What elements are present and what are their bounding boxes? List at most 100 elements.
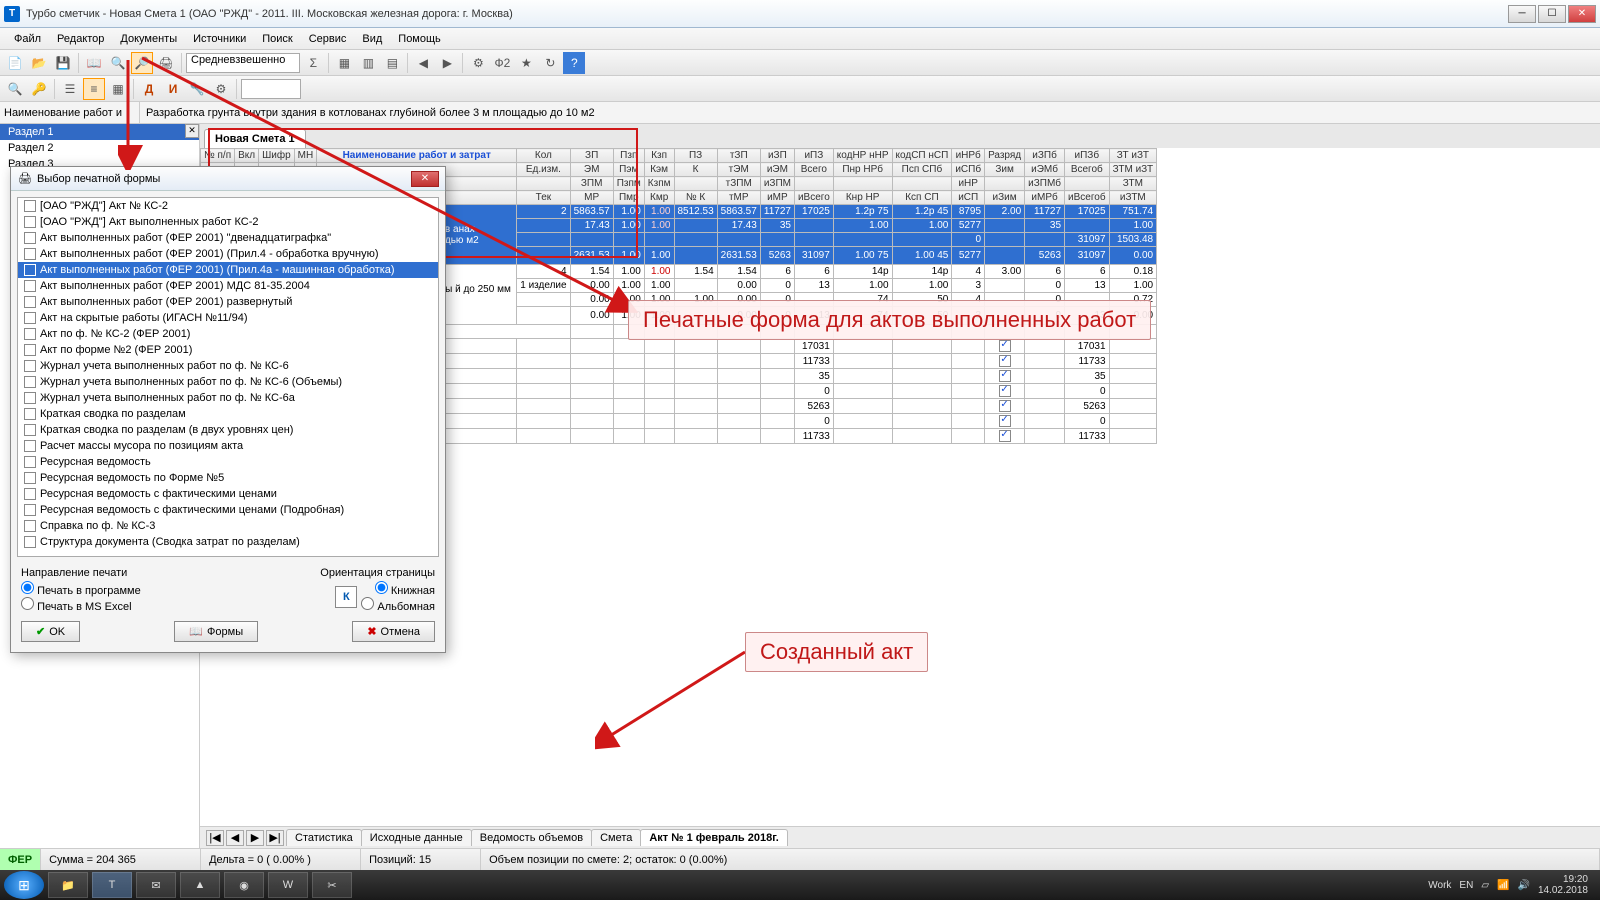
start-button[interactable]: ⊞: [4, 871, 44, 899]
dialog-list-item[interactable]: Ресурсная ведомость с фактическими ценам…: [18, 486, 438, 502]
print-in-program-radio[interactable]: Печать в программе: [21, 581, 141, 597]
tab-nav-first[interactable]: |◀: [206, 830, 224, 846]
dialog-list-item[interactable]: Акт по форме №2 (ФЕР 2001): [18, 342, 438, 358]
tab-nav-last[interactable]: ▶|: [266, 830, 284, 846]
task-app[interactable]: T: [92, 872, 132, 898]
checkbox-icon: [24, 264, 36, 276]
dialog-list-item[interactable]: Расчет массы мусора по позициям акта: [18, 438, 438, 454]
task-thunderbird[interactable]: ✉: [136, 872, 176, 898]
save-icon[interactable]: 💾: [52, 52, 74, 74]
task-snip[interactable]: ✂: [312, 872, 352, 898]
tray-net-icon[interactable]: 📶: [1497, 880, 1509, 891]
dialog-list-item[interactable]: Краткая сводка по разделам (в двух уровн…: [18, 422, 438, 438]
maximize-button[interactable]: ☐: [1538, 5, 1566, 23]
annotation-arrow-3: [595, 650, 755, 750]
task-explorer[interactable]: 📁: [48, 872, 88, 898]
orientation-landscape-radio[interactable]: Альбомная: [361, 597, 435, 613]
tray-clock[interactable]: 19:20 14.02.2018: [1538, 874, 1588, 896]
print-direction-label: Направление печати: [21, 567, 141, 579]
new-icon[interactable]: 📄: [4, 52, 26, 74]
checkbox-icon: [24, 536, 36, 548]
checkbox-icon: [24, 392, 36, 404]
checkbox-icon: [24, 280, 36, 292]
print-in-excel-radio[interactable]: Печать в MS Excel: [21, 597, 141, 613]
checkbox-icon: [24, 520, 36, 532]
book-icon[interactable]: 📖: [83, 52, 105, 74]
dialog-icon: 🖨: [17, 171, 33, 187]
checkbox-icon: [24, 376, 36, 388]
dialog-list-item[interactable]: Журнал учета выполненных работ по ф. № К…: [18, 390, 438, 406]
orientation-portrait-radio[interactable]: Книжная: [361, 581, 435, 597]
menu-help[interactable]: Помощь: [390, 31, 449, 47]
orientation-icon: К: [335, 586, 357, 608]
menu-service[interactable]: Сервис: [301, 31, 355, 47]
btab-volumes[interactable]: Ведомость объемов: [471, 829, 592, 846]
dialog-list-item[interactable]: Структура документа (Сводка затрат по ра…: [18, 534, 438, 550]
key-icon[interactable]: 🔑: [28, 78, 50, 100]
dialog-cancel-button[interactable]: ✖Отмена: [352, 621, 435, 642]
btab-source[interactable]: Исходные данные: [361, 829, 472, 846]
dialog-list-item[interactable]: Журнал учета выполненных работ по ф. № К…: [18, 358, 438, 374]
tree-icon[interactable]: ☰: [59, 78, 81, 100]
checkbox-icon: [24, 232, 36, 244]
checkbox-icon: [24, 360, 36, 372]
task-chrome[interactable]: ◉: [224, 872, 264, 898]
checkbox-icon: [24, 312, 36, 324]
checkbox-icon: [24, 200, 36, 212]
find-icon[interactable]: 🔍: [4, 78, 26, 100]
orientation-label: Ориентация страницы: [320, 567, 435, 579]
dialog-ok-button[interactable]: ✔OK: [21, 621, 80, 642]
tab-nav-prev[interactable]: ◀: [226, 830, 244, 846]
checkbox-icon: [24, 488, 36, 500]
close-button[interactable]: ✕: [1568, 5, 1596, 23]
status-positions: Позиций: 15: [361, 849, 481, 870]
menu-documents[interactable]: Документы: [112, 31, 185, 47]
checkbox-icon: [24, 456, 36, 468]
menu-view[interactable]: Вид: [354, 31, 390, 47]
menu-file[interactable]: Файл: [6, 31, 49, 47]
task-word[interactable]: W: [268, 872, 308, 898]
minimize-button[interactable]: ─: [1508, 5, 1536, 23]
dialog-list-item[interactable]: Ресурсная ведомость по Форме №5: [18, 470, 438, 486]
menu-search[interactable]: Поиск: [254, 31, 300, 47]
checkbox-icon: [24, 472, 36, 484]
btab-estimate[interactable]: Смета: [591, 829, 641, 846]
system-tray[interactable]: Work EN ▱ 📶 🔊 19:20 14.02.2018: [1420, 874, 1596, 896]
tray-lang[interactable]: EN: [1459, 880, 1473, 891]
list-icon[interactable]: ≡: [83, 78, 105, 100]
status-bar: ФЕР Сумма = 204 365 Дельта = 0 ( 0.00% )…: [0, 848, 1600, 870]
task-aimp[interactable]: ▲: [180, 872, 220, 898]
menu-sources[interactable]: Источники: [185, 31, 254, 47]
dialog-list-item[interactable]: Краткая сводка по разделам: [18, 406, 438, 422]
dialog-list-item[interactable]: Справка по ф. № КС-3: [18, 518, 438, 534]
menu-bar: Файл Редактор Документы Источники Поиск …: [0, 28, 1600, 50]
checkbox-icon: [24, 328, 36, 340]
checkbox-icon: [24, 424, 36, 436]
open-icon[interactable]: 📂: [28, 52, 50, 74]
checkbox-icon: [24, 440, 36, 452]
app-icon: T: [4, 6, 20, 22]
btab-stats[interactable]: Статистика: [286, 829, 362, 846]
status-volume: Объем позиции по смете: 2; остаток: 0 (0…: [481, 849, 1600, 870]
tray-flag-icon[interactable]: ▱: [1481, 880, 1489, 891]
tab-nav-next[interactable]: ▶: [246, 830, 264, 846]
checkbox-icon: [24, 504, 36, 516]
dialog-list-item[interactable]: Ресурсная ведомость с фактическими ценам…: [18, 502, 438, 518]
dialog-list-item[interactable]: Журнал учета выполненных работ по ф. № К…: [18, 374, 438, 390]
tray-work: Work: [1428, 880, 1451, 891]
callout-created-act: Созданный акт: [745, 632, 928, 672]
menu-editor[interactable]: Редактор: [49, 31, 112, 47]
btab-act[interactable]: Акт № 1 февраль 2018г.: [640, 829, 787, 846]
status-fer: ФЕР: [0, 849, 41, 870]
bottom-tabs: |◀ ◀ ▶ ▶| Статистика Исходные данные Вед…: [200, 826, 1600, 848]
dialog-forms-button[interactable]: 📖 Формы: [174, 621, 258, 642]
status-delta: Дельта = 0 ( 0.00% ): [201, 849, 361, 870]
tray-vol-icon[interactable]: 🔊: [1517, 880, 1529, 891]
dialog-list-item[interactable]: Ресурсная ведомость: [18, 454, 438, 470]
status-sum: Сумма = 204 365: [41, 849, 201, 870]
dialog-list-item[interactable]: Акт по ф. № КС-2 (ФЕР 2001): [18, 326, 438, 342]
checkbox-icon: [24, 344, 36, 356]
checkbox-icon: [24, 216, 36, 228]
callout-print-forms: Печатные форма для актов выполненных раб…: [628, 300, 1151, 340]
window-titlebar: T Турбо сметчик - Новая Смета 1 (ОАО "РЖ…: [0, 0, 1600, 28]
